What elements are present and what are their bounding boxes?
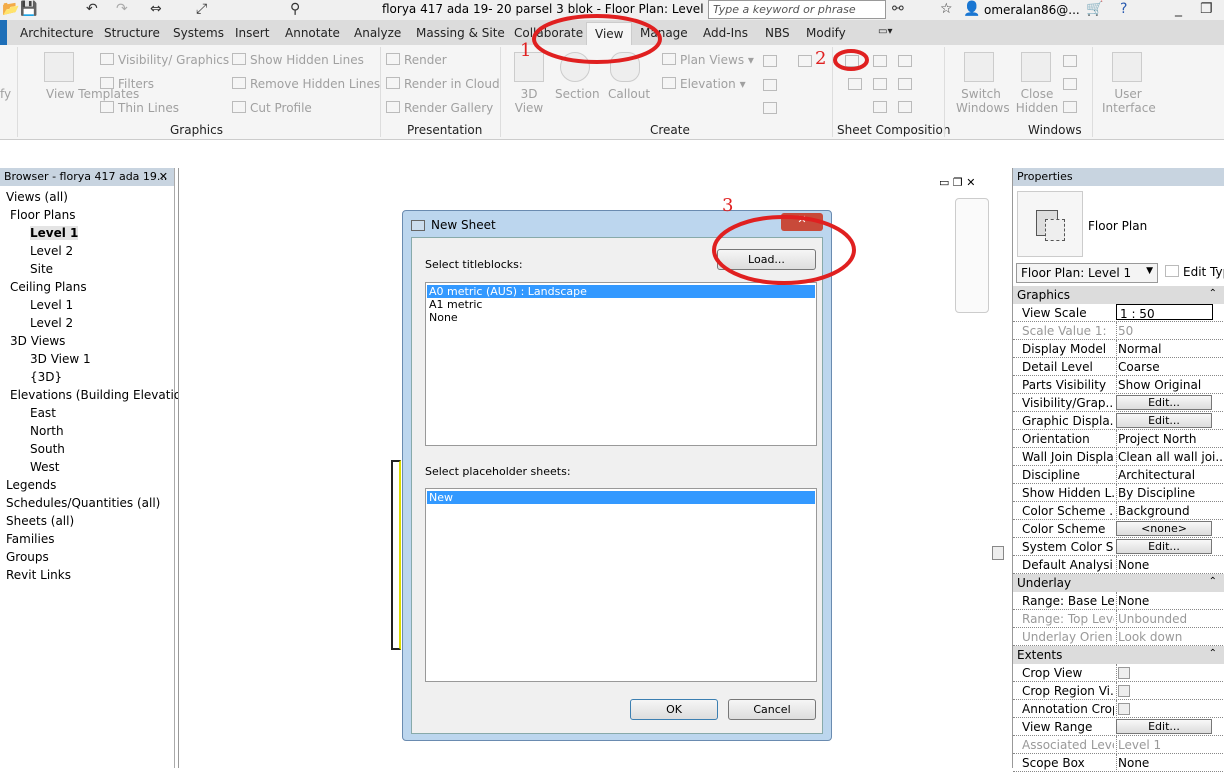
annotation-number-3: 3 bbox=[722, 195, 734, 216]
annotation-ellipse-load bbox=[712, 215, 856, 285]
annotation-ellipse-new-sheet bbox=[833, 49, 869, 71]
annotation-number-2: 2 bbox=[815, 48, 827, 69]
annotation-ellipse-view-tab bbox=[532, 14, 662, 64]
annotation-overlay bbox=[532, 14, 869, 285]
annotation-number-1: 1 bbox=[520, 40, 532, 61]
